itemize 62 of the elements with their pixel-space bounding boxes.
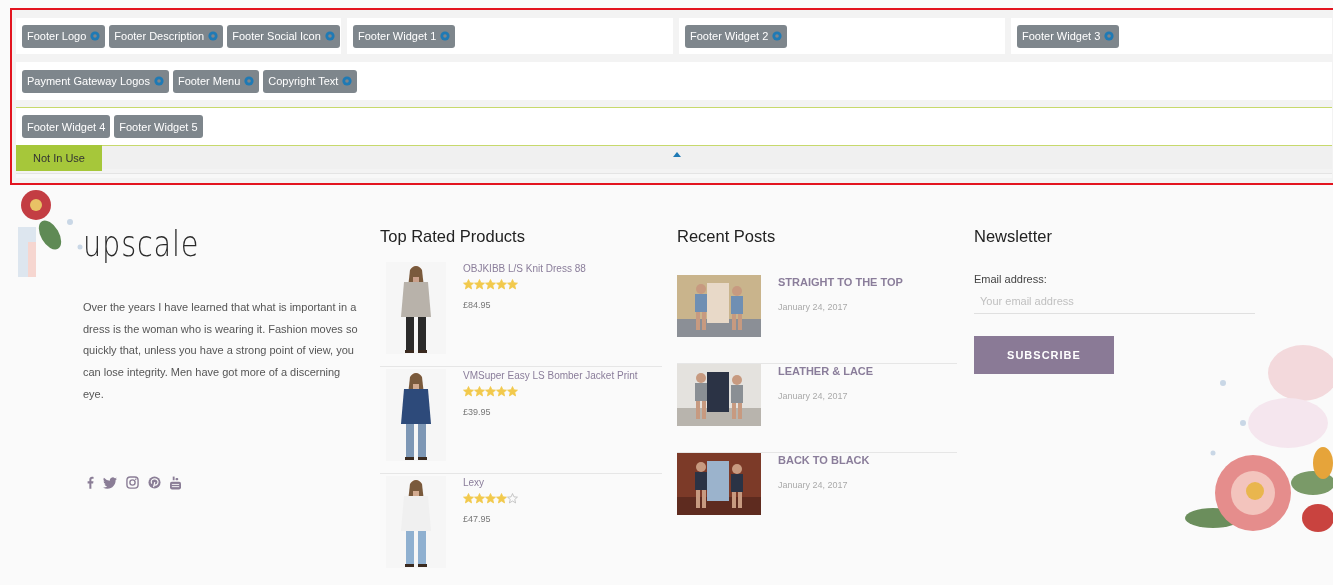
module-chip[interactable]: Footer Social Icon: [227, 24, 340, 48]
star-icon: [474, 386, 485, 397]
post-title[interactable]: STRAIGHT TO THE TOP: [778, 276, 903, 288]
widget-heading: Top Rated Products: [380, 227, 526, 247]
star-icon: [485, 493, 496, 504]
module-chip[interactable]: Footer Widget 5: [114, 115, 203, 138]
module-chip[interactable]: Footer Widget 2: [685, 24, 788, 48]
star-icon: [485, 279, 496, 290]
instagram-icon[interactable]: [126, 476, 139, 489]
star-icon: [474, 493, 485, 504]
star-icon: [496, 386, 507, 397]
widget-heading: Recent Posts: [677, 227, 777, 247]
star-icon: [507, 386, 518, 397]
module-chip[interactable]: Footer Description: [109, 24, 224, 48]
email-field[interactable]: Your email address: [974, 289, 1255, 314]
product-name[interactable]: Lexy: [463, 477, 518, 488]
footer-description: Over the years I have learned that what is important in a dress is the woman who is wearing it. Fashion moves so quickly that, unless you have a strong point of view, you can lose integrity. Men have got more of a discerning eye.: [83, 300, 359, 402]
product-price: £39.95: [463, 407, 492, 417]
settings-icon[interactable]: [244, 76, 255, 86]
product-name[interactable]: OBJKIBB L/S Knit Dress 88: [463, 263, 586, 274]
logo[interactable]: upscale: [83, 223, 200, 267]
star-icon: [496, 493, 507, 504]
module-chip[interactable]: Copyright Text: [263, 69, 358, 93]
settings-icon[interactable]: [324, 31, 335, 41]
module-chip[interactable]: Footer Widget 3: [1017, 24, 1120, 48]
product-price: £84.95: [463, 300, 492, 310]
star-icon: [463, 279, 474, 290]
post-date: January 24, 2017: [778, 391, 849, 401]
settings-icon[interactable]: [440, 31, 451, 41]
settings-icon[interactable]: [153, 76, 164, 86]
post-title[interactable]: BACK TO BLACK: [778, 454, 870, 466]
settings-icon[interactable]: [772, 31, 783, 41]
module-chip[interactable]: Footer Menu: [172, 69, 260, 93]
star-icon: [496, 279, 507, 290]
module-chip[interactable]: Payment Gateway Logos: [22, 69, 169, 93]
pinterest-icon[interactable]: [148, 476, 161, 489]
youtube-icon[interactable]: [170, 475, 181, 490]
settings-icon[interactable]: [1104, 31, 1115, 41]
not-in-use-tab[interactable]: Not In Use: [16, 145, 102, 171]
post-date: January 24, 2017: [778, 302, 849, 312]
widget-heading: Newsletter: [974, 227, 1053, 247]
star-icon: [485, 386, 496, 397]
star-icon: [463, 386, 474, 397]
settings-icon[interactable]: [342, 76, 353, 86]
subscribe-button[interactable]: SUBSCRIBE: [974, 336, 1114, 374]
settings-icon[interactable]: [90, 31, 101, 41]
twitter-icon[interactable]: [103, 476, 117, 489]
caret-up-icon[interactable]: [673, 152, 681, 157]
module-chip[interactable]: Footer Widget 4: [22, 115, 111, 138]
star-icon: [507, 279, 518, 290]
post-title[interactable]: LEATHER & LACE: [778, 365, 874, 377]
module-chip[interactable]: Footer Logo: [22, 24, 106, 48]
settings-icon[interactable]: [208, 31, 219, 41]
module-chip[interactable]: Footer Widget 1: [353, 24, 456, 48]
product-price: £47.95: [463, 514, 492, 524]
facebook-icon[interactable]: [87, 476, 94, 489]
product-name[interactable]: VMSuper Easy LS Bomber Jacket Print: [463, 370, 638, 381]
star-icon: [474, 279, 485, 290]
star-icon: [463, 493, 474, 504]
post-date: January 24, 2017: [778, 480, 849, 490]
email-label: Email address:: [974, 273, 1048, 285]
star-icon: [507, 493, 518, 504]
